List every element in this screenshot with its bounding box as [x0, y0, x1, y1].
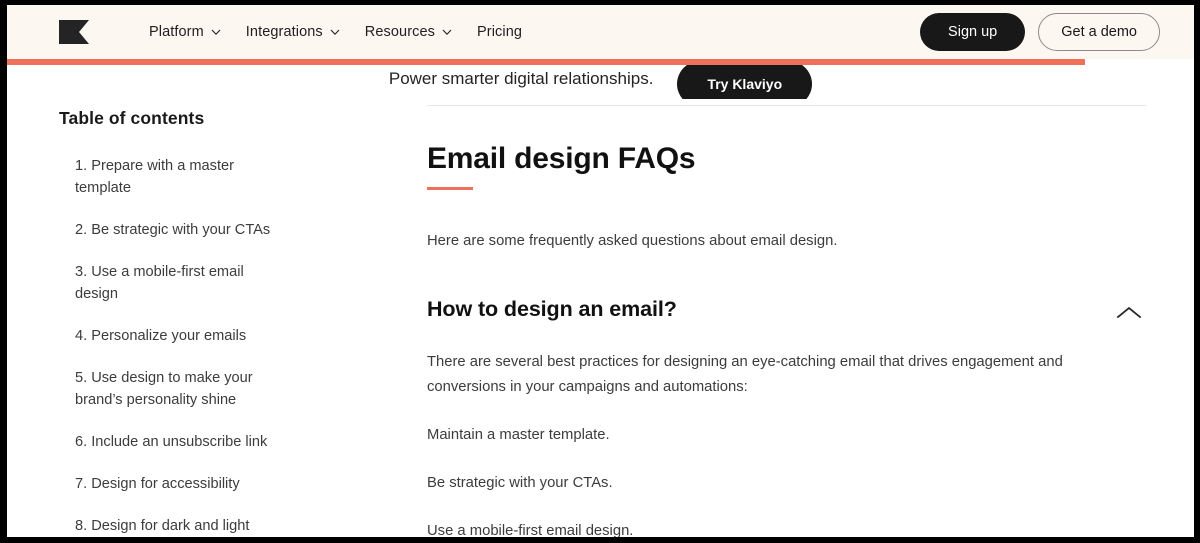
- faq-step-3: Use a mobile-first email design.: [427, 523, 634, 537]
- faq-step-2: Be strategic with your CTAs.: [427, 475, 613, 491]
- page-title: Email design FAQs: [427, 142, 696, 175]
- nav-item-integrations-label: Integrations: [245, 24, 323, 40]
- article-intro: Here are some frequently asked questions…: [427, 233, 838, 249]
- chevron-up-icon: [1116, 306, 1142, 319]
- sign-up-button[interactable]: Sign up: [920, 13, 1026, 51]
- table-of-contents-title: Table of contents: [59, 108, 205, 128]
- toc-item-7[interactable]: 7. Design for accessibility: [75, 473, 275, 495]
- toc-item-5[interactable]: 5. Use design to make your brand’s perso…: [75, 367, 275, 411]
- chevron-down-icon: [211, 29, 221, 35]
- table-of-contents-list: 1. Prepare with a master template 2. Be …: [59, 155, 375, 537]
- section-divider: [427, 105, 1146, 106]
- klaviyo-flag-logo-icon: [59, 20, 89, 44]
- nav-item-platform-label: Platform: [149, 24, 204, 40]
- faq-step-1: Maintain a master template.: [427, 427, 610, 443]
- title-accent-rule: [427, 187, 473, 190]
- primary-nav: Platform Integrations Resources Pricing: [149, 24, 920, 40]
- nav-item-resources[interactable]: Resources: [365, 24, 452, 40]
- faq-accordion-panel: There are several best practices for des…: [427, 350, 1146, 537]
- scroll-progress-fill: [7, 59, 1085, 65]
- table-of-contents: Table of contents 1. Prepare with a mast…: [7, 99, 415, 537]
- faq-paragraph: There are several best practices for des…: [427, 354, 1063, 395]
- chevron-down-icon: [330, 29, 340, 35]
- nav-item-resources-label: Resources: [364, 24, 435, 40]
- nav-item-integrations[interactable]: Integrations: [246, 24, 340, 40]
- site-header: Platform Integrations Resources Pricing …: [7, 5, 1194, 59]
- try-klaviyo-button[interactable]: Try Klaviyo: [677, 61, 813, 99]
- chevron-down-icon: [442, 29, 452, 35]
- nav-item-pricing[interactable]: Pricing: [477, 24, 522, 40]
- promo-banner: Power smarter digital relationships. Try…: [7, 59, 1194, 99]
- toc-item-6[interactable]: 6. Include an unsubscribe link: [75, 431, 275, 453]
- toc-item-1[interactable]: 1. Prepare with a master template: [75, 155, 275, 199]
- screenshot-frame: Platform Integrations Resources Pricing …: [0, 0, 1200, 543]
- promo-banner-text: Power smarter digital relationships.: [388, 69, 654, 88]
- nav-item-pricing-label: Pricing: [477, 24, 523, 40]
- toc-item-2[interactable]: 2. Be strategic with your CTAs: [75, 219, 275, 241]
- toc-item-4[interactable]: 4. Personalize your emails: [75, 325, 275, 347]
- faq-question: How to design an email?: [427, 297, 677, 321]
- toc-item-3[interactable]: 3. Use a mobile-first email design: [75, 261, 275, 305]
- page-body: Table of contents 1. Prepare with a mast…: [7, 99, 1194, 537]
- nav-item-platform[interactable]: Platform: [149, 24, 221, 40]
- article-content: Email design FAQs Here are some frequent…: [415, 99, 1194, 537]
- toc-item-8[interactable]: 8. Design for dark and light modes: [75, 515, 275, 537]
- scroll-progress-bar: [7, 59, 1194, 65]
- faq-accordion-header[interactable]: How to design an email?: [427, 297, 1146, 328]
- browser-viewport: Platform Integrations Resources Pricing …: [7, 5, 1194, 537]
- klaviyo-flag-logo[interactable]: [59, 20, 103, 44]
- faq-toggle-button[interactable]: [1112, 301, 1146, 328]
- get-a-demo-button[interactable]: Get a demo: [1038, 13, 1160, 51]
- header-actions: Sign up Get a demo: [920, 13, 1160, 51]
